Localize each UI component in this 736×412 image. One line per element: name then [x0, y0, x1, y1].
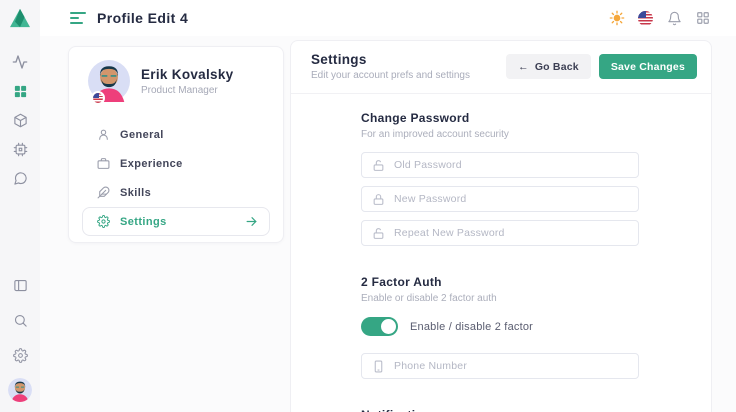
menu-item-settings[interactable]: Settings — [82, 207, 270, 236]
gear-icon — [97, 215, 110, 228]
chat-icon[interactable] — [12, 170, 28, 186]
unlock-icon — [372, 227, 385, 240]
toggle-label: Enable / disable 2 factor — [410, 321, 533, 333]
settings-actions: ← Go Back Save Changes — [506, 54, 697, 79]
settings-title: Settings — [311, 52, 470, 67]
app-logo[interactable] — [0, 0, 40, 36]
user-avatar[interactable] — [8, 378, 32, 402]
password-fields — [361, 152, 711, 246]
layout-icon[interactable] — [12, 277, 28, 293]
phone-number-field[interactable] — [361, 353, 639, 379]
repeat-password-input[interactable] — [394, 227, 628, 239]
repeat-password-field[interactable] — [361, 220, 639, 246]
go-back-button[interactable]: ← Go Back — [506, 54, 591, 79]
menu-item-general[interactable]: General — [82, 120, 270, 149]
briefcase-icon — [97, 157, 110, 170]
section-subtitle: Enable or disable 2 factor auth — [361, 293, 711, 304]
page-title: Profile Edit 4 — [97, 10, 188, 26]
new-password-field[interactable] — [361, 186, 639, 212]
unlock-icon — [372, 159, 385, 172]
menu-item-label: Experience — [120, 158, 183, 170]
menu-item-experience[interactable]: Experience — [82, 149, 270, 178]
two-factor-toggle-row: Enable / disable 2 factor — [361, 317, 711, 336]
profile-card: Erik Kovalsky Product Manager General — [68, 46, 284, 243]
settings-panel-body: Change Password For an improved account … — [291, 94, 711, 412]
two-factor-section: 2 Factor Auth Enable or disable 2 factor… — [361, 275, 711, 379]
gear-icon[interactable] — [12, 347, 28, 363]
cpu-icon[interactable] — [12, 141, 28, 157]
smartphone-icon — [372, 360, 385, 373]
old-password-field[interactable] — [361, 152, 639, 178]
sidebar-rail — [0, 36, 40, 412]
bell-icon[interactable] — [666, 10, 682, 26]
feather-icon — [97, 186, 110, 199]
arrow-left-icon: ← — [518, 61, 529, 73]
profile-edit-app: Profile Edit 4 — [0, 0, 736, 412]
profile-role: Product Manager — [141, 85, 233, 96]
topbar-actions — [609, 10, 736, 26]
old-password-input[interactable] — [394, 159, 628, 171]
menu-item-label: General — [120, 129, 164, 141]
change-password-section: Change Password For an improved account … — [361, 111, 711, 246]
toggle-knob — [381, 319, 396, 334]
two-factor-toggle[interactable] — [361, 317, 398, 336]
cube-icon[interactable] — [12, 112, 28, 128]
profile-identity: Erik Kovalsky Product Manager — [141, 67, 233, 96]
dashboard-grid-icon[interactable] — [12, 83, 28, 99]
new-password-input[interactable] — [394, 193, 628, 205]
topbar: Profile Edit 4 — [0, 0, 736, 36]
menu-item-label: Settings — [120, 216, 167, 228]
settings-heading: Settings Edit your account prefs and set… — [311, 52, 470, 81]
arrow-right-icon — [245, 215, 258, 228]
logo-triangle-icon — [9, 8, 31, 28]
apps-grid-icon[interactable] — [695, 10, 711, 26]
activity-icon[interactable] — [12, 54, 28, 70]
menu-item-label: Skills — [120, 187, 151, 199]
profile-avatar — [88, 60, 130, 102]
search-icon[interactable] — [12, 312, 28, 328]
menu-item-skills[interactable]: Skills — [82, 178, 270, 207]
profile-card-header: Erik Kovalsky Product Manager — [69, 47, 283, 110]
avatar-flag-badge — [91, 91, 105, 105]
sun-icon[interactable] — [609, 10, 625, 26]
hamburger-icon[interactable] — [70, 12, 86, 24]
user-icon — [97, 128, 110, 141]
settings-panel-header: Settings Edit your account prefs and set… — [291, 41, 711, 94]
section-title: 2 Factor Auth — [361, 275, 711, 289]
notifications-section: Notifications Configure how you receive … — [361, 408, 711, 412]
save-changes-button[interactable]: Save Changes — [599, 54, 697, 79]
section-title: Change Password — [361, 111, 711, 125]
phone-number-input[interactable] — [394, 360, 628, 372]
profile-name: Erik Kovalsky — [141, 67, 233, 82]
lock-icon — [372, 193, 385, 206]
section-title: Notifications — [361, 408, 711, 412]
us-flag-icon[interactable] — [638, 11, 653, 26]
settings-subtitle: Edit your account prefs and settings — [311, 70, 470, 81]
section-subtitle: For an improved account security — [361, 129, 711, 140]
profile-menu: General Experience Skills — [69, 110, 283, 236]
settings-panel: Settings Edit your account prefs and set… — [290, 40, 712, 412]
